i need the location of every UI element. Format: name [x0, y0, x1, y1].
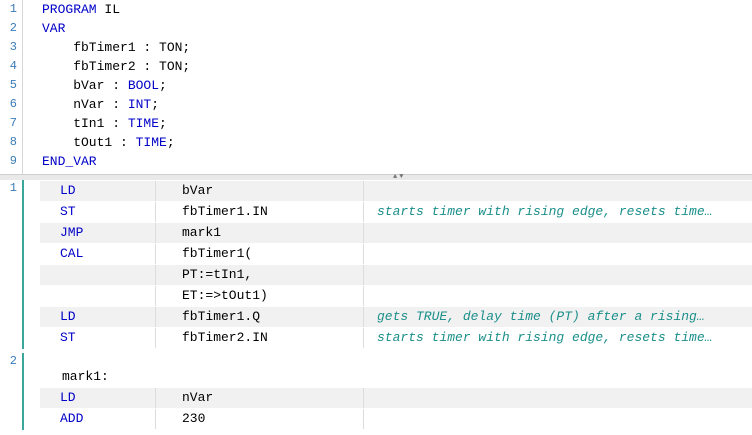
operand-cell[interactable]: fbTimer1( — [156, 244, 364, 264]
operator-cell[interactable]: ST — [40, 328, 156, 348]
network-number[interactable]: 1 — [0, 181, 17, 195]
operand-cell[interactable]: 230 — [156, 409, 364, 429]
instruction-row[interactable]: LD nVar — [40, 388, 752, 408]
instruction-row[interactable]: ST fbTimer2.IN starts timer with rising ed… — [40, 328, 752, 348]
comment-cell[interactable] — [364, 265, 752, 285]
declaration-line[interactable]: 2 VAR — [0, 19, 752, 38]
type-token: BOOL — [127, 78, 160, 93]
comment-cell[interactable]: gets TRUE, delay time (PT) after a risin… — [364, 307, 752, 327]
line-number: 9 — [9, 154, 17, 168]
code-token: nVar : — [42, 97, 128, 112]
declaration-editor[interactable]: 1 PROGRAM IL 2 VAR 3 fbTimer1 : TON; 4 fbTime… — [0, 0, 752, 174]
operand-cell[interactable]: fbTimer1.IN — [156, 202, 364, 222]
type-token: INT — [127, 97, 152, 112]
instruction-grid[interactable]: LD bVar ST fbTimer1.IN starts timer with ris… — [40, 181, 752, 349]
declaration-code[interactable]: tIn1 : TIME; — [42, 114, 167, 133]
code-token: ; — [166, 135, 175, 150]
declaration-code[interactable]: fbTimer1 : TON; — [42, 38, 190, 57]
operator-cell[interactable]: ADD — [40, 409, 156, 429]
instruction-row[interactable]: PT:=tIn1, — [40, 265, 752, 285]
il-network-editor[interactable]: 1 LD bVar ST fbTimer1.IN starts timer with ri… — [0, 180, 752, 435]
comment-cell[interactable]: starts timer with rising edge, resets ti… — [364, 202, 752, 222]
operator-cell[interactable] — [40, 265, 156, 285]
network-number[interactable]: 2 — [0, 354, 17, 368]
operand-cell[interactable]: mark1 — [156, 223, 364, 243]
keyword-token: END_VAR — [42, 154, 97, 169]
operand-cell[interactable]: PT:=tIn1, — [156, 265, 364, 285]
comment-cell[interactable] — [364, 244, 752, 264]
instruction-row[interactable]: ST fbTimer1.IN starts timer with rising ed… — [40, 202, 752, 222]
code-token: bVar : — [42, 78, 128, 93]
code-token: IL — [96, 2, 121, 17]
operator-cell[interactable]: JMP — [40, 223, 156, 243]
code-token: fbTimer1 : TON; — [42, 40, 191, 55]
operand-cell[interactable]: fbTimer2.IN — [156, 328, 364, 348]
code-token: tOut1 : — [42, 135, 136, 150]
network-bar — [22, 353, 24, 430]
declaration-line[interactable]: 5 bVar : BOOL; — [0, 76, 752, 95]
line-number: 2 — [9, 21, 17, 35]
declaration-code[interactable]: nVar : INT; — [42, 95, 159, 114]
type-token: TIME — [135, 135, 167, 150]
operand-cell[interactable]: ET:=>tOut1) — [156, 286, 364, 306]
instruction-row[interactable]: ET:=>tOut1) — [40, 286, 752, 306]
comment-cell[interactable] — [364, 409, 752, 429]
declaration-line[interactable]: 1 PROGRAM IL — [0, 0, 752, 19]
line-number: 1 — [9, 2, 17, 16]
instruction-row[interactable]: LD bVar — [40, 181, 752, 201]
declaration-code[interactable]: bVar : BOOL; — [42, 76, 167, 95]
comment-cell[interactable] — [364, 388, 752, 408]
operand-cell[interactable]: fbTimer1.Q — [156, 307, 364, 327]
declaration-code[interactable]: fbTimer2 : TON; — [42, 57, 190, 76]
code-token: ; — [159, 116, 167, 131]
comment-cell[interactable] — [364, 286, 752, 306]
line-number: 4 — [9, 59, 17, 73]
code-token: ; — [151, 97, 160, 112]
comment-cell[interactable] — [364, 223, 752, 243]
operator-cell[interactable]: CAL — [40, 244, 156, 264]
line-number: 7 — [9, 116, 17, 130]
instruction-row[interactable]: LD fbTimer1.Q gets TRUE, delay time (PT) a… — [40, 307, 752, 327]
jump-label[interactable]: mark1: — [62, 367, 109, 387]
operand-cell[interactable]: bVar — [156, 181, 364, 201]
instruction-row[interactable]: ADD 230 — [40, 409, 752, 429]
operator-cell[interactable]: LD — [40, 181, 156, 201]
network-bar — [22, 180, 24, 349]
keyword-token: VAR — [42, 21, 66, 36]
operator-cell[interactable]: LD — [40, 307, 156, 327]
code-token: fbTimer2 : TON; — [42, 59, 191, 74]
declaration-code[interactable]: PROGRAM IL — [42, 0, 120, 19]
line-number: 8 — [9, 135, 17, 149]
declaration-line[interactable]: 9 END_VAR — [0, 152, 752, 171]
comment-cell[interactable]: starts timer with rising edge, resets ti… — [364, 328, 752, 348]
comment-cell[interactable] — [364, 181, 752, 201]
line-number: 3 — [9, 40, 17, 54]
operator-cell[interactable] — [40, 286, 156, 306]
operator-cell[interactable]: ST — [40, 202, 156, 222]
operator-cell[interactable]: LD — [40, 388, 156, 408]
declaration-line[interactable]: 4 fbTimer2 : TON; — [0, 57, 752, 76]
declaration-line[interactable]: 6 nVar : INT; — [0, 95, 752, 114]
code-token: ; — [159, 78, 167, 93]
declaration-code[interactable]: END_VAR — [42, 152, 97, 171]
declaration-line[interactable]: 7 tIn1 : TIME; — [0, 114, 752, 133]
declaration-code[interactable]: VAR — [42, 19, 65, 38]
code-token: tIn1 : — [42, 116, 128, 131]
instruction-row[interactable]: JMP mark1 — [40, 223, 752, 243]
instruction-grid[interactable]: LD nVar ADD 230 — [40, 388, 752, 430]
declaration-line[interactable]: 8 tOut1 : TIME; — [0, 133, 752, 152]
declaration-line[interactable]: 3 fbTimer1 : TON; — [0, 38, 752, 57]
line-number: 5 — [9, 78, 17, 92]
keyword-token: PROGRAM — [42, 2, 97, 17]
declaration-code[interactable]: tOut1 : TIME; — [42, 133, 175, 152]
line-number: 6 — [9, 97, 17, 111]
operand-cell[interactable]: nVar — [156, 388, 364, 408]
type-token: TIME — [127, 116, 160, 131]
instruction-row[interactable]: CAL fbTimer1( — [40, 244, 752, 264]
